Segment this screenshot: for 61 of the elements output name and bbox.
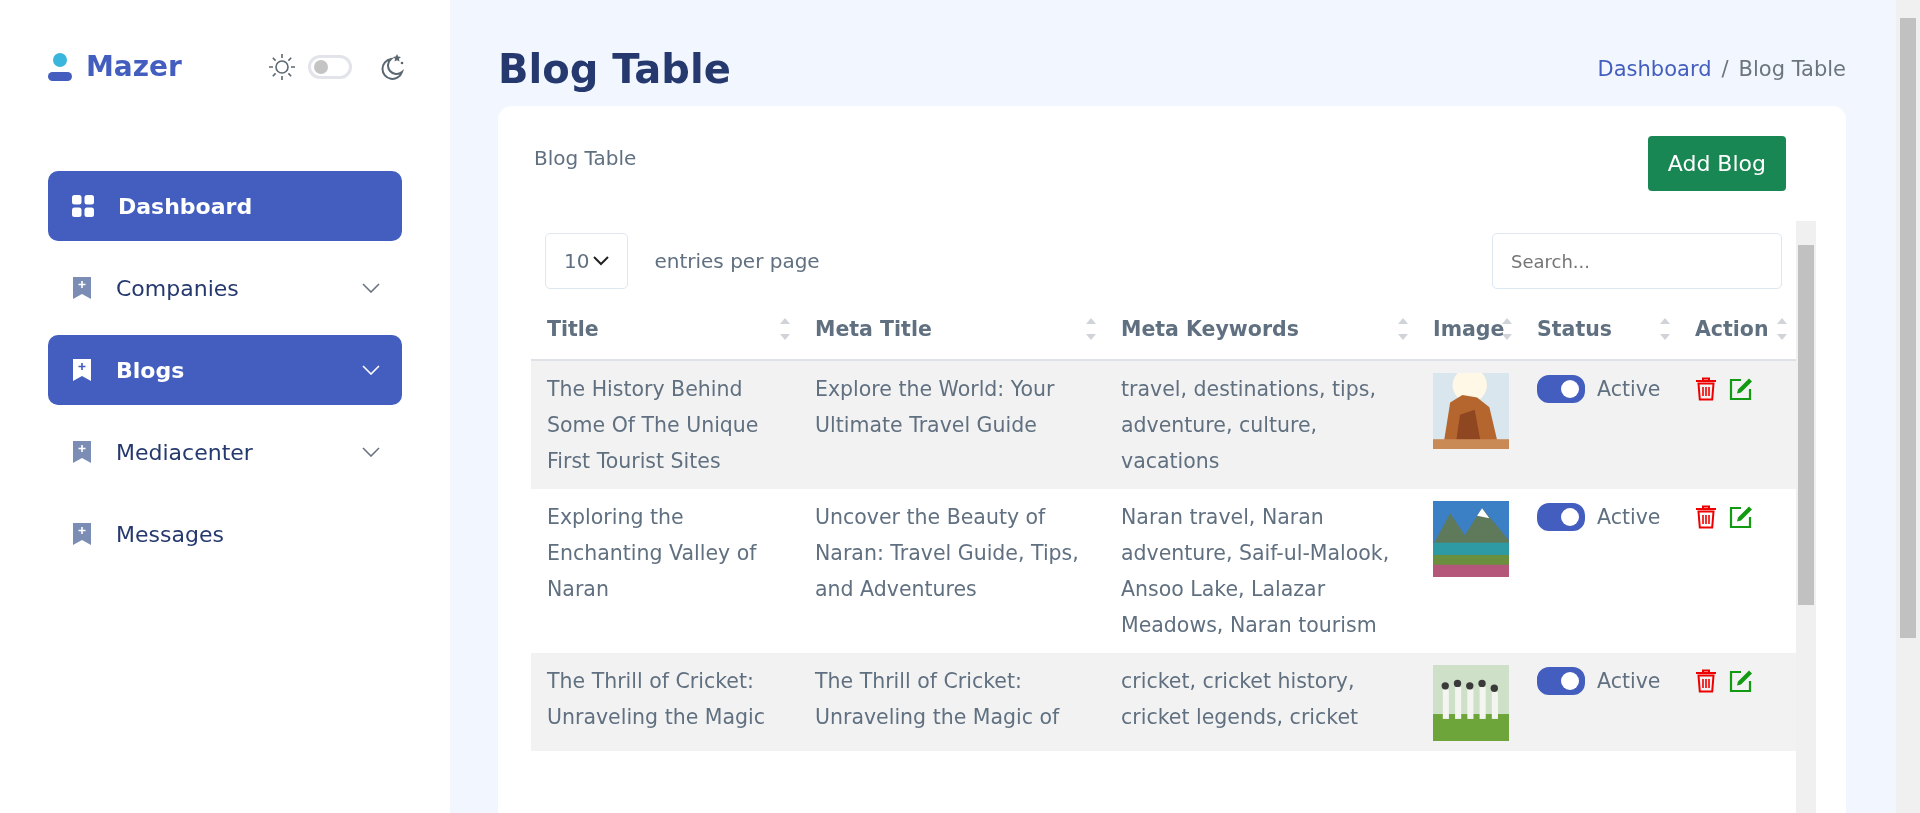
sort-icon: [1085, 316, 1097, 342]
chevron-down-icon: [362, 447, 380, 457]
column-header[interactable]: Meta Keywords: [1121, 317, 1299, 341]
chevron-down-icon: [362, 365, 380, 375]
sort-icon: [1659, 316, 1671, 342]
user-icon: [48, 52, 72, 81]
status-label: Active: [1597, 376, 1661, 403]
column-header[interactable]: Meta Title: [815, 317, 932, 341]
sort-icon: [779, 316, 791, 342]
column-header[interactable]: Action: [1695, 317, 1769, 341]
brand-name: Mazer: [86, 50, 182, 83]
entries-label: entries per page: [654, 249, 820, 273]
breadcrumb-separator: /: [1721, 57, 1729, 81]
sort-icon: [1397, 316, 1409, 342]
bookmark-icon: [72, 440, 92, 464]
grid-icon: [72, 195, 94, 217]
table-cell: The Thrill of Cricket: Unraveling the Magic of: [799, 653, 1105, 751]
sidebar-item[interactable]: Dashboard: [48, 171, 402, 241]
sun-icon: [268, 52, 296, 81]
table-cell: Exploring the Enchanting Valley of Naran: [531, 489, 799, 653]
breadcrumb-link[interactable]: Dashboard: [1597, 57, 1712, 81]
page-size-select[interactable]: 10: [545, 233, 629, 289]
status-label: Active: [1597, 668, 1661, 695]
table-cell: Naran travel, Naran adventure, Saif-ul-Malook, Ansoo Lake, Lalazar Meadows, Naran tourism: [1105, 489, 1417, 653]
table-cell: cricket, cricket history, cricket legends, cricket: [1105, 653, 1417, 751]
bookmark-icon: [72, 276, 92, 300]
search-field[interactable]: Search...: [1492, 233, 1782, 289]
card-title: Blog Table: [534, 145, 637, 170]
table-cell: The Thrill of Cricket: Unraveling the Magic: [531, 653, 799, 751]
table-cell: travel, destinations, tips, adventure, culture, vacations: [1105, 360, 1417, 489]
table-cell: Uncover the Beauty of Naran: Travel Guide, Tips, and Adventures: [799, 489, 1105, 653]
breadcrumb-current: Blog Table: [1738, 57, 1846, 81]
status-toggle[interactable]: [1537, 667, 1585, 695]
page-scrollbar[interactable]: [1896, 0, 1920, 813]
chevron-down-icon: [362, 283, 380, 293]
add-blog-button[interactable]: Add Blog: [1647, 136, 1786, 191]
scrollbar[interactable]: [1796, 221, 1816, 813]
column-header[interactable]: Image: [1433, 317, 1505, 341]
edit-icon[interactable]: [1729, 669, 1753, 693]
bookmark-icon: [72, 522, 92, 546]
table-cell: The History Behind Some Of The Unique First Tourist Sites: [531, 360, 799, 489]
page-title: Blog Table: [498, 46, 731, 92]
sort-icon: [1776, 316, 1788, 342]
sidebar-item[interactable]: Companies: [48, 253, 402, 323]
column-header[interactable]: Title: [547, 317, 599, 341]
trash-icon[interactable]: [1695, 505, 1717, 529]
status-toggle[interactable]: [1537, 375, 1585, 403]
trash-icon[interactable]: [1695, 669, 1717, 693]
edit-icon[interactable]: [1729, 377, 1753, 401]
sidebar-item[interactable]: Blogs: [48, 335, 402, 405]
theme-toggle[interactable]: [308, 54, 352, 79]
chevron-down-icon: [593, 256, 610, 266]
sidebar-item[interactable]: Messages: [48, 499, 402, 569]
status-toggle[interactable]: [1537, 503, 1585, 531]
bookmark-icon: [72, 358, 92, 382]
column-header[interactable]: Status: [1537, 317, 1612, 341]
sidebar-item[interactable]: Mediacenter: [48, 417, 402, 487]
table-cell: Explore the World: Your Ultimate Travel Guide: [799, 360, 1105, 489]
status-label: Active: [1597, 504, 1661, 531]
edit-icon[interactable]: [1729, 505, 1753, 529]
trash-icon[interactable]: [1695, 377, 1717, 401]
